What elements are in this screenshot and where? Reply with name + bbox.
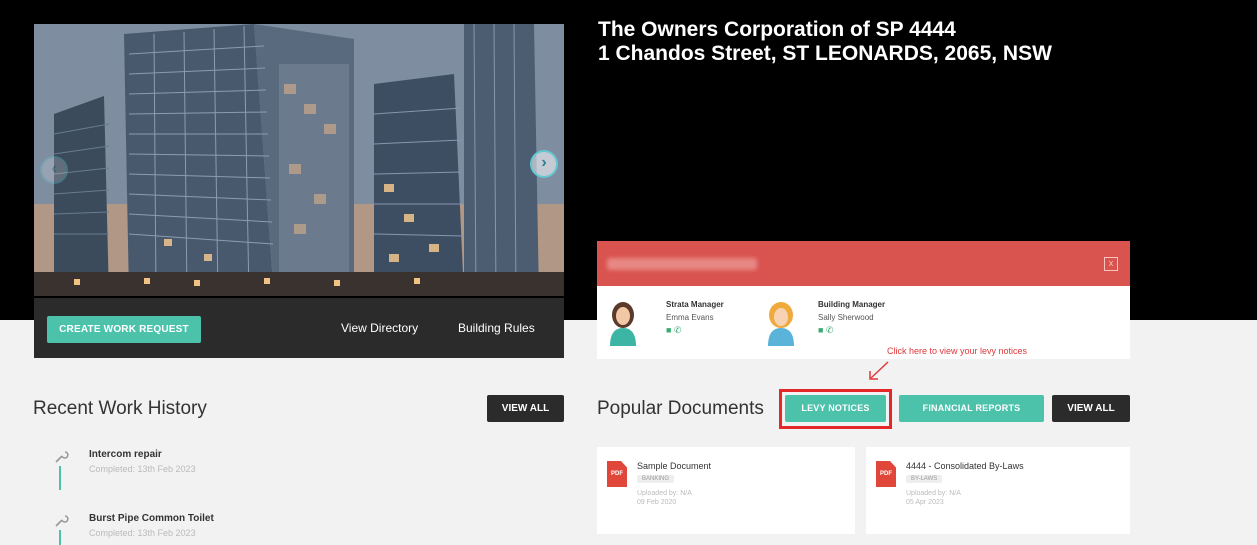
work-item-title: Burst Pipe Common Toilet (89, 513, 214, 524)
phone-icon[interactable]: ✆ (674, 325, 682, 335)
pdf-icon: PDF (876, 461, 896, 487)
document-uploader: Uploaded by: N/A (906, 490, 961, 497)
property-header: The Owners Corporation of SP 4444 1 Chan… (598, 18, 1052, 66)
wrench-icon (55, 451, 69, 463)
strata-manager-contact-icons[interactable]: ■ ✆ (666, 325, 682, 336)
building-manager-avatar (768, 302, 794, 346)
contact-card: x Strata Manager Emma Evans ■ ✆ Building… (597, 241, 1130, 359)
document-tag: BY-LAWS (906, 475, 943, 483)
carousel-next-icon[interactable]: › (530, 150, 558, 178)
building-photo-carousel: ‹ › (34, 24, 564, 296)
document-date: 05 Apr 2023 (906, 499, 944, 506)
blurred-heading (607, 258, 757, 270)
levy-notices-highlight (779, 389, 892, 429)
documents-view-all-button[interactable]: VIEW ALL (1052, 395, 1130, 422)
levy-hint-text: Click here to view your levy notices (887, 346, 1028, 356)
close-icon[interactable]: x (1104, 257, 1118, 271)
building-rules-link[interactable]: Building Rules (458, 321, 535, 335)
email-icon[interactable]: ■ (818, 325, 823, 335)
document-card[interactable]: PDF Sample Document BANKING Uploaded by:… (597, 447, 855, 534)
documents-title: Popular Documents (597, 398, 764, 419)
strata-manager-role: Strata Manager (666, 300, 724, 309)
work-item-title: Intercom repair (89, 449, 162, 460)
pdf-icon: PDF (607, 461, 627, 487)
action-bar: CREATE WORK REQUEST View Directory Build… (34, 298, 564, 358)
property-name: The Owners Corporation of SP 4444 (598, 18, 956, 41)
view-directory-link[interactable]: View Directory (341, 321, 418, 335)
document-tag: BANKING (637, 475, 675, 483)
timeline-line (59, 530, 61, 545)
email-icon[interactable]: ■ (666, 325, 671, 335)
work-item-status: Completed: 13th Feb 2023 (89, 528, 196, 538)
work-history-view-all-button[interactable]: VIEW ALL (487, 395, 564, 422)
hint-arrow-icon (869, 361, 889, 380)
work-item-status: Completed: 13th Feb 2023 (89, 464, 196, 474)
strata-manager-avatar (610, 302, 636, 346)
document-uploader: Uploaded by: N/A (637, 490, 692, 497)
building-manager-role: Building Manager (818, 300, 886, 309)
document-date: 09 Feb 2020 (637, 499, 677, 506)
document-meta: Uploaded by: N/A 09 Feb 2020 (637, 489, 692, 507)
building-manager-contact-icons[interactable]: ■ ✆ (818, 325, 834, 336)
timeline-line (59, 466, 61, 490)
document-title[interactable]: 4444 - Consolidated By-Laws (906, 461, 1024, 471)
create-work-request-button[interactable]: CREATE WORK REQUEST (47, 316, 201, 343)
contact-card-header: x (597, 241, 1130, 286)
building-manager-name: Sally Sherwood (818, 313, 874, 322)
document-title[interactable]: Sample Document (637, 461, 711, 471)
work-history-title: Recent Work History (33, 398, 207, 419)
carousel-prev-icon[interactable]: ‹ (40, 156, 68, 184)
wrench-icon (55, 515, 69, 527)
financial-reports-button[interactable]: FINANCIAL REPORTS (899, 395, 1044, 422)
document-meta: Uploaded by: N/A 05 Apr 2023 (906, 489, 961, 507)
phone-icon[interactable]: ✆ (826, 325, 834, 335)
strata-manager-name: Emma Evans (666, 313, 714, 322)
document-card[interactable]: PDF 4444 - Consolidated By-Laws BY-LAWS … (866, 447, 1130, 534)
property-address: 1 Chandos Street, ST LEONARDS, 2065, NSW (598, 42, 1052, 65)
building-photo (34, 24, 564, 296)
